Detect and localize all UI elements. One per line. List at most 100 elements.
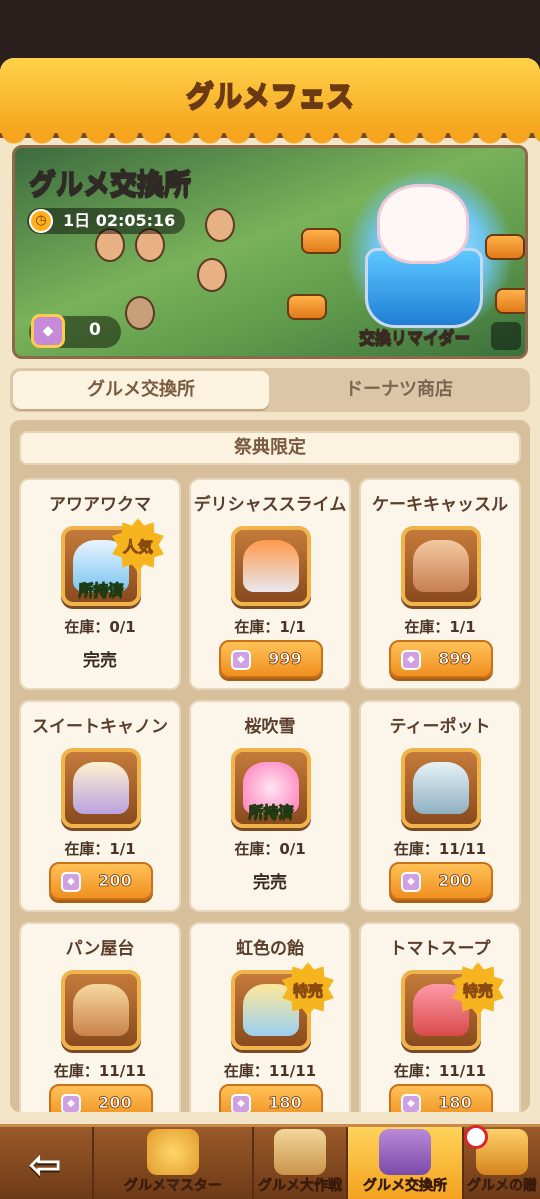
character-art xyxy=(205,208,235,242)
item-card[interactable]: アワアワクマ 所持済 人気 在庫：0/1 完売 xyxy=(19,478,181,690)
reminder-toggle-button[interactable] xyxy=(491,322,521,350)
item-card[interactable]: トマトスープ 特売 在庫：11/11 ◆ 180 xyxy=(359,922,521,1112)
item-name: パン屋台 xyxy=(65,939,135,959)
tab-gourmet-exchange[interactable]: グルメ交換所 xyxy=(13,371,269,409)
slime-art xyxy=(243,540,299,592)
map-scroll-icon xyxy=(274,1129,326,1175)
item-card[interactable]: スイートキャノン 在庫：1/1 ◆ 200 xyxy=(19,700,181,912)
character-art xyxy=(125,296,155,330)
exchange-token-icon: ◆ xyxy=(401,872,421,892)
owned-label: 所持済 xyxy=(78,581,124,600)
sold-out-label: 完売 xyxy=(83,651,117,671)
item-name: 桜吹雪 xyxy=(244,717,296,737)
nav-label: グルメの贈 xyxy=(467,1178,538,1195)
cannon-art xyxy=(485,234,525,260)
item-card[interactable]: 桜吹雪 所持済 在庫：0/1 完売 xyxy=(189,700,351,912)
buy-button[interactable]: ◆ 180 xyxy=(389,1084,493,1112)
exchange-token-icon: ◆ xyxy=(31,314,65,348)
cannon-art xyxy=(495,288,525,314)
stock-text: 在庫：11/11 xyxy=(393,1062,487,1080)
item-card[interactable]: ケーキキャッスル 在庫：1/1 ◆ 899 xyxy=(359,478,521,690)
price-text: 180 xyxy=(268,1093,302,1112)
bakery-stall-art xyxy=(73,984,129,1036)
banner-title: グルメ交換所 xyxy=(28,168,192,201)
nav-label: グルメマスター xyxy=(124,1178,223,1195)
item-name: 虹色の飴 xyxy=(236,939,304,959)
stock-text: 在庫：11/11 xyxy=(393,840,487,858)
nav-gourmet-exchange[interactable]: グルメ交換所 xyxy=(346,1127,462,1199)
exchange-token-icon: ◆ xyxy=(61,1094,81,1112)
item-card[interactable]: 虹色の飴 特売 在庫：11/11 ◆ 180 xyxy=(189,922,351,1112)
buy-button[interactable]: ◆ 200 xyxy=(49,862,153,900)
stock-text: 在庫：1/1 xyxy=(64,840,136,858)
reminder-label: 交換リマイダー xyxy=(358,328,471,348)
item-card[interactable]: パン屋台 在庫：11/11 ◆ 200 xyxy=(19,922,181,1112)
stock-text: 在庫：11/11 xyxy=(223,1062,317,1080)
buy-button[interactable]: ◆ 999 xyxy=(219,640,323,678)
header-bar: グルメフェス xyxy=(0,58,540,155)
event-timer: ◷ 1日 02:05:16 xyxy=(27,208,186,234)
sweet-cannon-art xyxy=(73,762,129,814)
item-card[interactable]: ティーポット 在庫：11/11 ◆ 200 xyxy=(359,700,521,912)
exchange-token-icon: ◆ xyxy=(231,650,251,670)
stock-text: 在庫：0/1 xyxy=(234,840,306,858)
stock-text: 在庫：0/1 xyxy=(64,618,136,636)
item-image xyxy=(401,748,481,828)
price-text: 200 xyxy=(98,1093,132,1112)
shop-tabs: グルメ交換所 ドーナツ商店 xyxy=(10,368,530,412)
owned-label: 所持済 xyxy=(248,803,294,822)
exchange-token-icon: ◆ xyxy=(401,1094,421,1112)
stock-text: 在庫：1/1 xyxy=(404,618,476,636)
clock-icon: ◷ xyxy=(29,209,53,233)
item-name: アワアワクマ xyxy=(49,495,151,515)
nav-gourmet-master[interactable]: グルメマスター xyxy=(92,1127,252,1199)
item-name: トマトスープ xyxy=(389,939,491,959)
price-text: 999 xyxy=(268,649,302,669)
price-text: 180 xyxy=(438,1093,472,1112)
gourmet-fes-panel: グルメフェス グルメ交換所 ◷ 1日 02:05:16 ◆ 0 交換リマイダー … xyxy=(0,58,540,1124)
timer-text: 1日 02:05:16 xyxy=(63,211,176,230)
exchange-token-icon: ◆ xyxy=(61,872,81,892)
stock-text: 在庫：11/11 xyxy=(53,1062,147,1080)
currency-value: 0 xyxy=(89,320,101,340)
exchange-shop-icon xyxy=(379,1129,431,1175)
character-art xyxy=(197,258,227,292)
bottom-navigation: ⇦ グルメマスター グルメ大作戦 グルメ交換所 グルメの贈 xyxy=(0,1124,540,1199)
cake-castle-art xyxy=(413,540,469,592)
price-text: 899 xyxy=(438,649,472,669)
exchange-banner: グルメ交換所 ◷ 1日 02:05:16 ◆ 0 交換リマイダー xyxy=(12,145,528,359)
mascot-cat-art xyxy=(377,184,469,264)
item-name: スイートキャノン xyxy=(32,717,168,737)
nav-gourmet-strategy[interactable]: グルメ大作戦 xyxy=(252,1127,346,1199)
gourmet-master-icon xyxy=(147,1129,199,1175)
price-text: 200 xyxy=(438,871,472,891)
teapot-art xyxy=(413,762,469,814)
stock-text: 在庫：1/1 xyxy=(234,618,306,636)
sold-out-label: 完売 xyxy=(253,873,287,893)
item-image: 所持済 xyxy=(231,748,311,828)
item-list[interactable]: 祭典限定 アワアワクマ 所持済 人気 在庫：0/1 完売 デリシャススライム 在… xyxy=(10,420,530,1112)
item-name: ケーキキャッスル xyxy=(372,495,508,515)
price-text: 200 xyxy=(98,871,132,891)
tab-donut-shop[interactable]: ドーナツ商店 xyxy=(271,371,527,409)
exchange-token-icon: ◆ xyxy=(401,650,421,670)
cannon-art xyxy=(287,294,327,320)
section-header: 祭典限定 xyxy=(19,431,521,465)
item-name: ティーポット xyxy=(389,717,491,737)
clock-icon xyxy=(464,1125,488,1149)
item-name: デリシャススライム xyxy=(193,495,347,515)
currency-counter: ◆ 0 xyxy=(29,314,121,348)
nav-label: グルメ大作戦 xyxy=(258,1178,343,1195)
nav-label: グルメ交換所 xyxy=(363,1178,448,1195)
item-image xyxy=(231,526,311,606)
page-title: グルメフェス xyxy=(185,78,355,113)
buy-button[interactable]: ◆ 200 xyxy=(49,1084,153,1112)
back-arrow-icon[interactable]: ⇦ xyxy=(10,1137,80,1193)
item-image xyxy=(401,526,481,606)
item-card[interactable]: デリシャススライム 在庫：1/1 ◆ 999 xyxy=(189,478,351,690)
buy-button[interactable]: ◆ 899 xyxy=(389,640,493,678)
buy-button[interactable]: ◆ 180 xyxy=(219,1084,323,1112)
exchange-token-icon: ◆ xyxy=(231,1094,251,1112)
buy-button[interactable]: ◆ 200 xyxy=(389,862,493,900)
cannon-art xyxy=(301,228,341,254)
